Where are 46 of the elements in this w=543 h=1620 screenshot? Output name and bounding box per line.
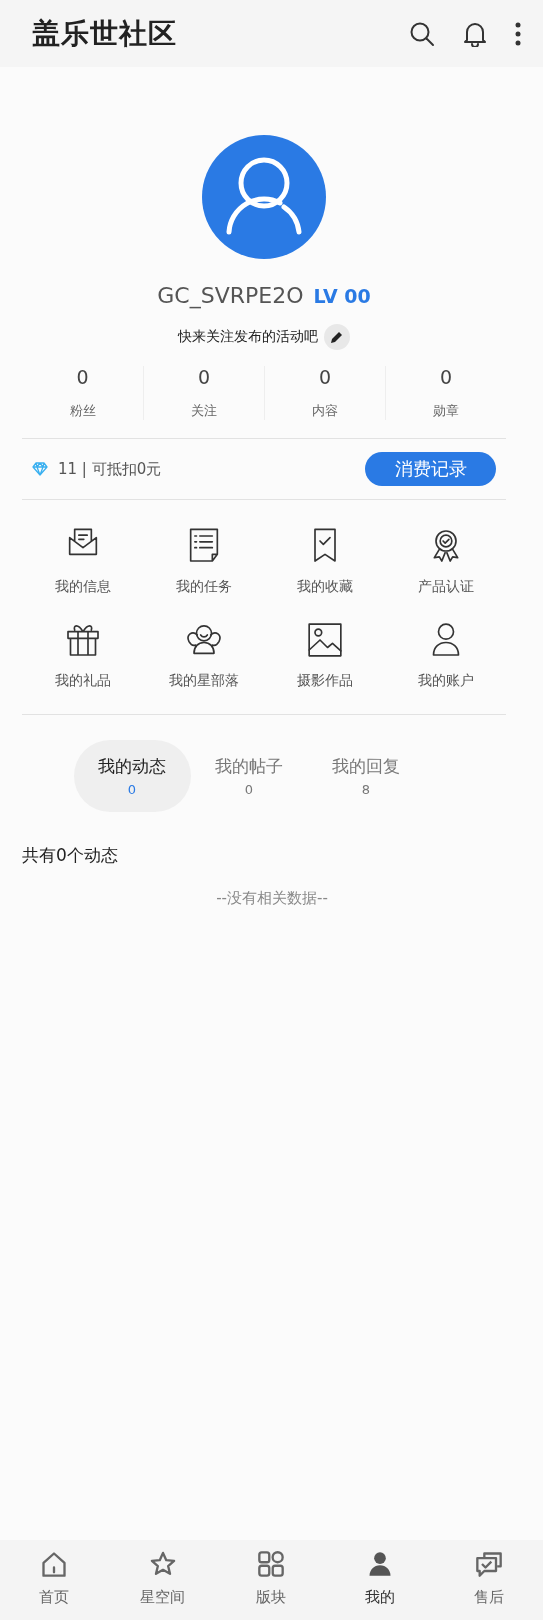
nav-tab[interactable]: 首页	[0, 1550, 109, 1620]
chat-icon	[474, 1550, 503, 1578]
edit-button[interactable]	[324, 324, 350, 350]
menu-item[interactable]: 摄影作品	[296, 672, 353, 690]
stat-label: 勋章	[433, 402, 459, 420]
stat-label: 粉丝	[69, 402, 96, 420]
purchase-history-button[interactable]: 消费记录	[365, 452, 496, 486]
star-icon	[148, 1550, 177, 1578]
tab-count: 0	[127, 782, 137, 797]
stat-label: 关注	[191, 402, 217, 420]
empty-message: --没有相关数据--	[215, 889, 329, 908]
diamond-icon	[32, 462, 48, 476]
level-label: LV 00	[313, 285, 371, 307]
home-icon	[40, 1550, 69, 1578]
pencil-icon	[330, 330, 344, 344]
stat-value: 0	[439, 366, 453, 388]
feed-summary: 共有0个动态	[22, 844, 119, 867]
tab-count: 8	[361, 782, 371, 797]
grid-icon	[257, 1550, 286, 1578]
nav-tab[interactable]: 星空间	[108, 1550, 218, 1620]
stat-value: 0	[197, 366, 211, 388]
menu-item[interactable]: 我的信息	[54, 578, 111, 596]
menu-item[interactable]: 我的礼品	[54, 672, 111, 690]
more-icon[interactable]	[515, 21, 521, 46]
username: GC_SVRPE2O	[157, 283, 304, 308]
stat-value: 0	[76, 366, 89, 388]
nav-tab[interactable]: 版块	[217, 1550, 326, 1620]
tab[interactable]: 我的回复 8	[307, 740, 425, 812]
bio-text: 快来关注发布的活动吧	[178, 328, 318, 346]
stat-value: 0	[318, 366, 332, 388]
avatar-icon[interactable]	[202, 135, 326, 259]
menu-item[interactable]: 我的账户	[417, 672, 474, 690]
search-icon[interactable]	[409, 20, 435, 47]
stat-label: 内容	[312, 402, 338, 420]
bell-icon[interactable]	[463, 20, 487, 47]
tab[interactable]: 我的帖子 0	[190, 740, 308, 812]
menu-item[interactable]: 我的任务	[175, 578, 232, 596]
menu-item[interactable]: 产品认证	[417, 578, 474, 596]
tab-count: 0	[244, 782, 254, 797]
tab[interactable]: 我的动态 0	[73, 740, 191, 812]
app-title: 盖乐世社区	[32, 15, 178, 52]
nav-tab[interactable]: 售后	[434, 1550, 543, 1620]
nav-tab[interactable]: 我的	[325, 1550, 435, 1620]
points-text: 11 | 可抵扣0元	[58, 459, 163, 479]
menu-item[interactable]: 我的收藏	[296, 578, 353, 596]
menu-item[interactable]: 我的星部落	[168, 672, 239, 690]
